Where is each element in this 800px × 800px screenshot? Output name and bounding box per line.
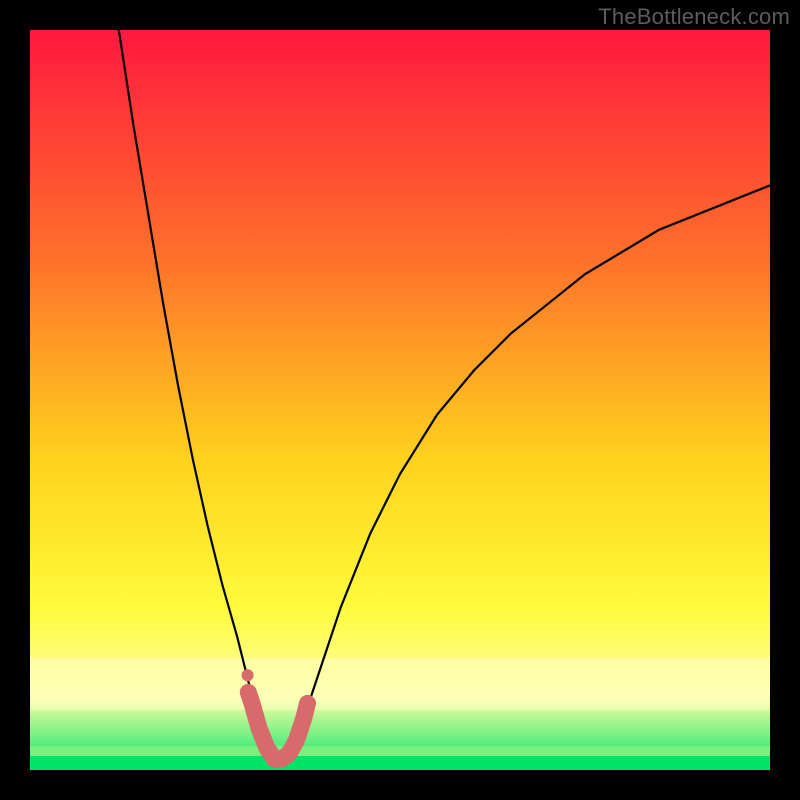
pale-band — [30, 658, 770, 710]
plot-svg — [30, 30, 770, 770]
chart-frame: TheBottleneck.com — [0, 0, 800, 800]
watermark-text: TheBottleneck.com — [598, 4, 790, 30]
plot-area — [30, 30, 770, 770]
green-baseline-fade — [30, 746, 770, 756]
extra-marker-dot — [242, 669, 254, 681]
green-baseline — [30, 756, 770, 770]
